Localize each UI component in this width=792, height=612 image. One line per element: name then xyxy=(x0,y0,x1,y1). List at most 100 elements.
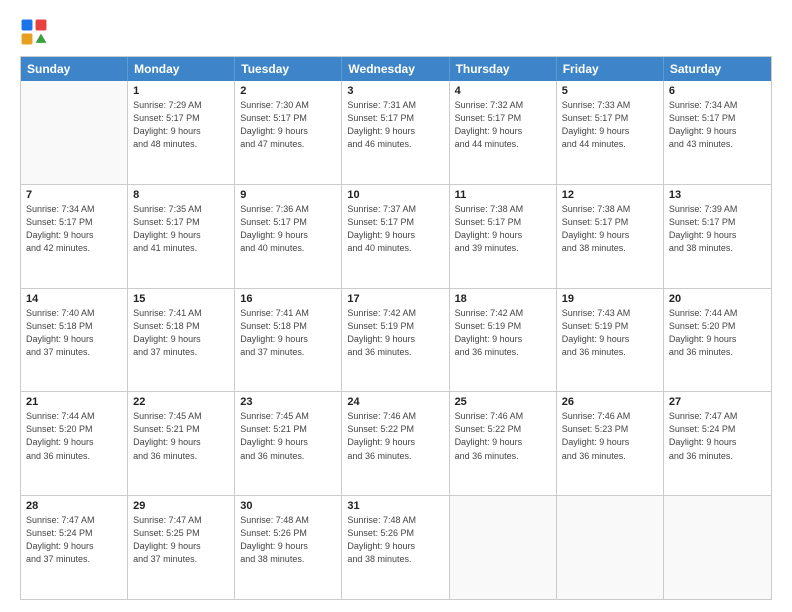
cell-info-line: Daylight: 9 hours xyxy=(562,436,658,449)
cell-info-line: Sunset: 5:17 PM xyxy=(133,112,229,125)
cell-info-line: Daylight: 9 hours xyxy=(133,333,229,346)
cell-info-line: Daylight: 9 hours xyxy=(669,436,766,449)
cell-info-line: Sunrise: 7:29 AM xyxy=(133,99,229,112)
day-number: 3 xyxy=(347,85,443,97)
cell-info-line: Sunrise: 7:34 AM xyxy=(669,99,766,112)
cell-info-line: Sunrise: 7:34 AM xyxy=(26,203,122,216)
cell-info-line: Sunset: 5:26 PM xyxy=(240,527,336,540)
cell-info-line: Sunrise: 7:38 AM xyxy=(455,203,551,216)
cell-info-line: Sunrise: 7:43 AM xyxy=(562,307,658,320)
cell-info-line: Daylight: 9 hours xyxy=(26,436,122,449)
cell-info-line: Sunset: 5:24 PM xyxy=(669,423,766,436)
cell-info-line: Daylight: 9 hours xyxy=(347,540,443,553)
day-number: 10 xyxy=(347,189,443,201)
day-number: 13 xyxy=(669,189,766,201)
cell-info-line: Daylight: 9 hours xyxy=(240,333,336,346)
cell-info-line: and 47 minutes. xyxy=(240,138,336,151)
cell-info-line: Sunrise: 7:46 AM xyxy=(347,410,443,423)
cell-info-line: Sunset: 5:17 PM xyxy=(562,112,658,125)
cell-info-line: Sunrise: 7:36 AM xyxy=(240,203,336,216)
cell-info-line: Daylight: 9 hours xyxy=(347,333,443,346)
day-number: 28 xyxy=(26,500,122,512)
calendar-cell-5-6 xyxy=(557,496,664,599)
cell-info-line: Daylight: 9 hours xyxy=(455,229,551,242)
calendar-cell-5-4: 31Sunrise: 7:48 AMSunset: 5:26 PMDayligh… xyxy=(342,496,449,599)
calendar-cell-2-7: 13Sunrise: 7:39 AMSunset: 5:17 PMDayligh… xyxy=(664,185,771,288)
day-number: 5 xyxy=(562,85,658,97)
day-number: 23 xyxy=(240,396,336,408)
cell-info-line: Sunrise: 7:30 AM xyxy=(240,99,336,112)
cell-info-line: Daylight: 9 hours xyxy=(455,125,551,138)
calendar-cell-3-2: 15Sunrise: 7:41 AMSunset: 5:18 PMDayligh… xyxy=(128,289,235,392)
cell-info-line: Daylight: 9 hours xyxy=(562,229,658,242)
calendar-cell-1-3: 2Sunrise: 7:30 AMSunset: 5:17 PMDaylight… xyxy=(235,81,342,184)
cell-info-line: and 36 minutes. xyxy=(133,450,229,463)
day-number: 11 xyxy=(455,189,551,201)
cell-info-line: Sunrise: 7:45 AM xyxy=(240,410,336,423)
cell-info-line: Daylight: 9 hours xyxy=(240,436,336,449)
cell-info-line: and 36 minutes. xyxy=(455,450,551,463)
day-number: 31 xyxy=(347,500,443,512)
cell-info-line: Sunset: 5:22 PM xyxy=(347,423,443,436)
cell-info-line: Daylight: 9 hours xyxy=(26,229,122,242)
calendar-cell-4-6: 26Sunrise: 7:46 AMSunset: 5:23 PMDayligh… xyxy=(557,392,664,495)
day-number: 24 xyxy=(347,396,443,408)
cell-info-line: Sunset: 5:19 PM xyxy=(562,320,658,333)
calendar-row-5: 28Sunrise: 7:47 AMSunset: 5:24 PMDayligh… xyxy=(21,495,771,599)
calendar-cell-2-6: 12Sunrise: 7:38 AMSunset: 5:17 PMDayligh… xyxy=(557,185,664,288)
cell-info-line: Sunrise: 7:48 AM xyxy=(347,514,443,527)
day-number: 14 xyxy=(26,293,122,305)
header-day-monday: Monday xyxy=(128,57,235,81)
cell-info-line: Daylight: 9 hours xyxy=(347,436,443,449)
cell-info-line: Sunset: 5:25 PM xyxy=(133,527,229,540)
calendar-cell-5-1: 28Sunrise: 7:47 AMSunset: 5:24 PMDayligh… xyxy=(21,496,128,599)
cell-info-line: Sunset: 5:24 PM xyxy=(26,527,122,540)
calendar-cell-1-4: 3Sunrise: 7:31 AMSunset: 5:17 PMDaylight… xyxy=(342,81,449,184)
cell-info-line: and 36 minutes. xyxy=(669,450,766,463)
cell-info-line: Sunrise: 7:45 AM xyxy=(133,410,229,423)
day-number: 27 xyxy=(669,396,766,408)
logo xyxy=(20,18,52,46)
cell-info-line: and 44 minutes. xyxy=(562,138,658,151)
page: SundayMondayTuesdayWednesdayThursdayFrid… xyxy=(0,0,792,612)
cell-info-line: Sunset: 5:18 PM xyxy=(26,320,122,333)
calendar-cell-3-3: 16Sunrise: 7:41 AMSunset: 5:18 PMDayligh… xyxy=(235,289,342,392)
calendar-cell-5-2: 29Sunrise: 7:47 AMSunset: 5:25 PMDayligh… xyxy=(128,496,235,599)
cell-info-line: Daylight: 9 hours xyxy=(240,125,336,138)
header-day-friday: Friday xyxy=(557,57,664,81)
day-number: 9 xyxy=(240,189,336,201)
calendar-header: SundayMondayTuesdayWednesdayThursdayFrid… xyxy=(21,57,771,81)
cell-info-line: Sunrise: 7:46 AM xyxy=(562,410,658,423)
day-number: 16 xyxy=(240,293,336,305)
cell-info-line: and 36 minutes. xyxy=(455,346,551,359)
cell-info-line: Sunrise: 7:40 AM xyxy=(26,307,122,320)
cell-info-line: Daylight: 9 hours xyxy=(133,436,229,449)
cell-info-line: Daylight: 9 hours xyxy=(133,540,229,553)
cell-info-line: Daylight: 9 hours xyxy=(133,229,229,242)
cell-info-line: Daylight: 9 hours xyxy=(455,436,551,449)
cell-info-line: Sunset: 5:17 PM xyxy=(562,216,658,229)
cell-info-line: Daylight: 9 hours xyxy=(669,229,766,242)
cell-info-line: Sunset: 5:17 PM xyxy=(669,112,766,125)
cell-info-line: and 37 minutes. xyxy=(26,346,122,359)
cell-info-line: Sunset: 5:22 PM xyxy=(455,423,551,436)
cell-info-line: Daylight: 9 hours xyxy=(26,333,122,346)
calendar-cell-4-2: 22Sunrise: 7:45 AMSunset: 5:21 PMDayligh… xyxy=(128,392,235,495)
cell-info-line: Daylight: 9 hours xyxy=(240,540,336,553)
cell-info-line: Sunrise: 7:41 AM xyxy=(240,307,336,320)
calendar-row-1: 1Sunrise: 7:29 AMSunset: 5:17 PMDaylight… xyxy=(21,81,771,184)
day-number: 30 xyxy=(240,500,336,512)
cell-info-line: Sunset: 5:19 PM xyxy=(455,320,551,333)
calendar-row-3: 14Sunrise: 7:40 AMSunset: 5:18 PMDayligh… xyxy=(21,288,771,392)
day-number: 8 xyxy=(133,189,229,201)
calendar-cell-1-1 xyxy=(21,81,128,184)
logo-icon xyxy=(20,18,48,46)
day-number: 29 xyxy=(133,500,229,512)
cell-info-line: Sunrise: 7:48 AM xyxy=(240,514,336,527)
cell-info-line: and 46 minutes. xyxy=(347,138,443,151)
cell-info-line: Sunset: 5:17 PM xyxy=(240,216,336,229)
day-number: 17 xyxy=(347,293,443,305)
cell-info-line: and 42 minutes. xyxy=(26,242,122,255)
calendar-cell-3-4: 17Sunrise: 7:42 AMSunset: 5:19 PMDayligh… xyxy=(342,289,449,392)
cell-info-line: and 37 minutes. xyxy=(133,346,229,359)
